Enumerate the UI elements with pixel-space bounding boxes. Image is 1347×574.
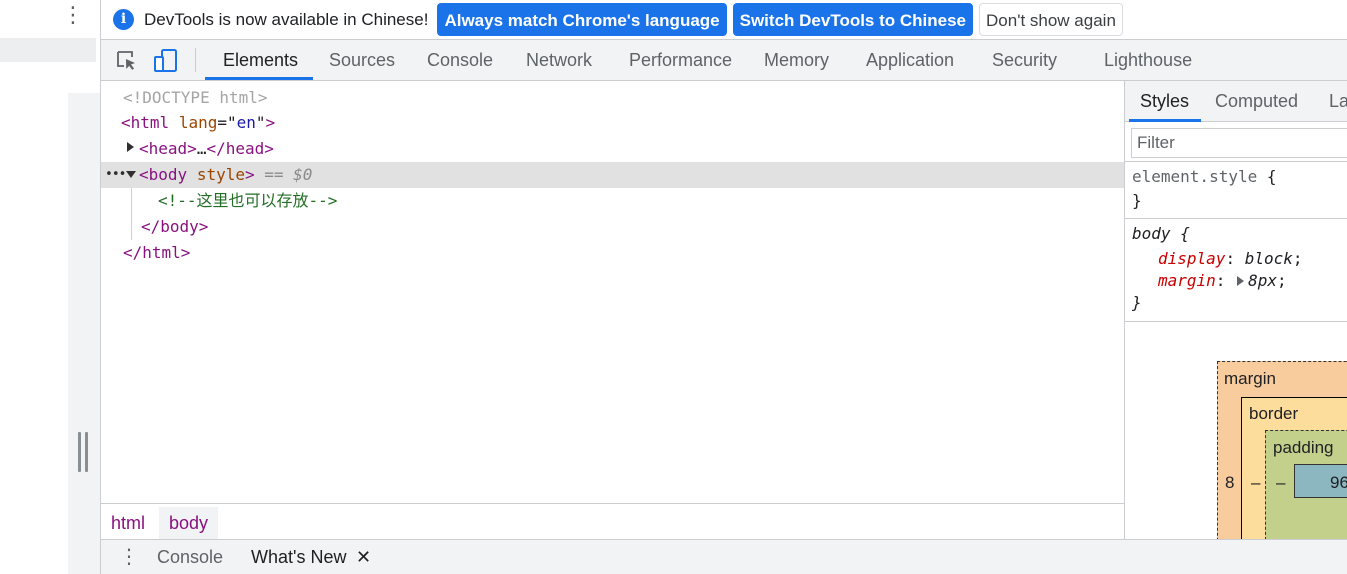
tab-security[interactable]: Security bbox=[992, 40, 1057, 81]
expand-shorthand-icon[interactable] bbox=[1237, 276, 1245, 286]
vertical-dots-icon[interactable]: ⋮ bbox=[62, 2, 84, 28]
tab-memory[interactable]: Memory bbox=[764, 40, 829, 81]
tab-layout[interactable]: Layout bbox=[1329, 81, 1347, 122]
doctype-node[interactable]: <!DOCTYPE html> bbox=[123, 85, 268, 111]
head-node[interactable]: <head>…</head> bbox=[139, 136, 274, 162]
content-size-value[interactable]: 96 bbox=[1330, 473, 1347, 493]
device-toolbar-icon[interactable] bbox=[153, 48, 179, 74]
switch-to-chinese-button[interactable]: Switch DevTools to Chinese bbox=[732, 3, 974, 36]
active-tab-indicator bbox=[205, 77, 313, 80]
lang-attr-name: lang bbox=[178, 113, 218, 132]
dom-tree: <!DOCTYPE html> <html lang="en"> <head>…… bbox=[101, 81, 1124, 503]
html-tag-name: html bbox=[130, 113, 170, 132]
breadcrumb: html body bbox=[101, 503, 1124, 539]
margin-label: margin bbox=[1224, 369, 1276, 388]
body-close-tag: </body> bbox=[141, 217, 209, 236]
filter-row bbox=[1125, 122, 1347, 162]
tab-elements[interactable]: Elements bbox=[223, 40, 298, 81]
body-ua-rule: body { display: block; margin: 8px; } bbox=[1125, 219, 1347, 322]
page-highlight-bar bbox=[0, 38, 96, 62]
border-label: border bbox=[1249, 404, 1299, 423]
vertical-dots-icon[interactable]: ⋮ bbox=[119, 540, 139, 574]
drawer-tab-console[interactable]: Console bbox=[157, 540, 223, 574]
box-model-diagram: margin border padding 8 – – 96 bbox=[1217, 361, 1347, 539]
body-rule-selector: body bbox=[1132, 224, 1171, 243]
row-actions-dots-icon[interactable]: ••• bbox=[105, 162, 127, 188]
body-tag-name: body bbox=[148, 165, 188, 184]
breadcrumb-body[interactable]: body bbox=[159, 507, 219, 539]
style-property-display[interactable]: display: block; bbox=[1158, 248, 1303, 270]
drawer-tab-whats-new[interactable]: What's New bbox=[251, 540, 346, 574]
padding-label: padding bbox=[1273, 438, 1334, 457]
splitter-drag-handle[interactable] bbox=[78, 432, 90, 472]
comment-node[interactable]: <!--这里也可以存放--> bbox=[158, 188, 337, 214]
head-tag-name: head bbox=[148, 139, 188, 158]
tab-performance[interactable]: Performance bbox=[629, 40, 732, 81]
style-attr-name: style bbox=[196, 165, 245, 184]
head-collapsed-ellipsis[interactable]: … bbox=[197, 139, 207, 158]
close-icon[interactable]: ✕ bbox=[356, 540, 371, 574]
doctype-text: <!DOCTYPE html> bbox=[123, 88, 268, 107]
lang-attr-value: en bbox=[236, 113, 256, 132]
tab-styles[interactable]: Styles bbox=[1140, 81, 1189, 122]
body-close-node[interactable]: </body> bbox=[141, 214, 208, 240]
comment-text: <!--这里也可以存放--> bbox=[158, 191, 338, 210]
html-close-tag: </html> bbox=[123, 243, 191, 262]
expand-caret-icon[interactable] bbox=[127, 142, 134, 152]
tab-sources[interactable]: Sources bbox=[329, 40, 395, 81]
breadcrumb-html[interactable]: html bbox=[101, 507, 155, 539]
tab-lighthouse[interactable]: Lighthouse bbox=[1104, 40, 1192, 81]
drawer-tabbar: ⋮ Console What's New ✕ bbox=[101, 539, 1347, 574]
styles-sidebar: Styles Computed Layout element.style { }… bbox=[1124, 81, 1347, 539]
language-infobar: i DevTools is now available in Chinese! … bbox=[101, 0, 1347, 40]
dont-show-again-button[interactable]: Don't show again bbox=[979, 3, 1123, 36]
main-tabbar: Elements Sources Console Network Perform… bbox=[101, 40, 1347, 81]
styles-filter-input[interactable] bbox=[1131, 128, 1347, 158]
page-scroll-gutter bbox=[68, 93, 100, 574]
head-close-tag-name: head bbox=[225, 139, 265, 158]
margin-left-value[interactable]: 8 bbox=[1225, 473, 1234, 493]
collapse-caret-icon[interactable] bbox=[126, 171, 136, 178]
selected-node-marker: == $0 bbox=[264, 165, 313, 184]
infobar-message: DevTools is now available in Chinese! bbox=[144, 9, 429, 29]
element-style-rule: element.style { } bbox=[1125, 162, 1347, 219]
html-node[interactable]: <html lang="en"> bbox=[121, 110, 275, 136]
tab-console[interactable]: Console bbox=[427, 40, 493, 81]
always-match-language-button[interactable]: Always match Chrome's language bbox=[437, 3, 727, 36]
devtools-window: i DevTools is now available in Chinese! … bbox=[100, 0, 1347, 574]
inspected-page-area: ⋮ bbox=[0, 0, 100, 574]
tab-computed[interactable]: Computed bbox=[1215, 81, 1298, 122]
border-left-value[interactable]: – bbox=[1251, 473, 1260, 493]
body-node[interactable]: <body style> == $0 bbox=[139, 162, 312, 188]
sidebar-tabbar: Styles Computed Layout bbox=[1125, 81, 1347, 122]
indent-guide bbox=[131, 188, 132, 240]
html-close-node[interactable]: </html> bbox=[123, 240, 190, 266]
style-property-margin[interactable]: margin: 8px; bbox=[1158, 270, 1287, 292]
inspect-element-icon[interactable] bbox=[115, 49, 139, 73]
tab-application[interactable]: Application bbox=[866, 40, 954, 81]
info-icon: i bbox=[113, 9, 134, 30]
tab-network[interactable]: Network bbox=[526, 40, 592, 81]
toolbar-divider bbox=[195, 48, 196, 72]
padding-left-value[interactable]: – bbox=[1276, 473, 1285, 493]
element-style-selector: element.style bbox=[1132, 167, 1258, 186]
